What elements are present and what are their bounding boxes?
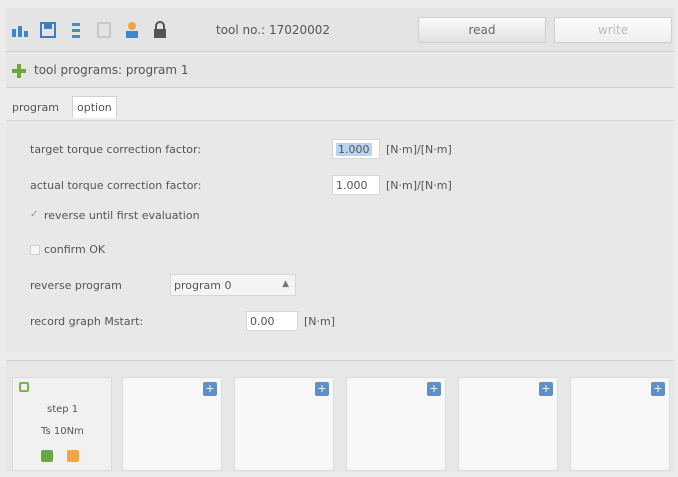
add-step-icon[interactable]: + xyxy=(427,382,441,396)
toolbar: tool no.: 17020002 read write xyxy=(6,8,674,52)
lock-icon[interactable] xyxy=(150,20,170,40)
save-icon[interactable] xyxy=(38,20,58,40)
tab-program[interactable]: program xyxy=(8,96,63,118)
target-torque-unit: [N·m]/[N·m] xyxy=(386,143,452,156)
confirm-ok-label: confirm OK xyxy=(44,243,106,256)
program-titlebar: tool programs: program 1 xyxy=(6,54,674,88)
read-button[interactable]: read xyxy=(418,17,546,43)
chevron-down-icon: ▲ xyxy=(282,279,289,289)
profile-icon xyxy=(126,22,138,38)
step-card[interactable]: step 1 Ts 10Nm xyxy=(12,377,112,471)
stats-icon[interactable] xyxy=(10,20,30,40)
record-graph-label: record graph Mstart: xyxy=(30,315,144,328)
tool-number-label: tool no.: 17020002 xyxy=(216,23,331,37)
step-detail: Ts 10Nm xyxy=(41,426,84,437)
step-orange-icon[interactable] xyxy=(67,450,79,462)
tabs: program option xyxy=(6,92,674,120)
write-button[interactable]: write xyxy=(554,17,672,43)
actual-torque-label: actual torque correction factor: xyxy=(30,179,202,192)
record-graph-input[interactable]: 0.00 xyxy=(246,311,298,331)
step-card[interactable]: + xyxy=(570,377,670,471)
stats-icon xyxy=(12,26,28,37)
option-panel: target torque correction factor: 1.000 [… xyxy=(6,120,674,352)
page-icon[interactable] xyxy=(94,20,114,40)
add-step-icon[interactable]: + xyxy=(651,382,665,396)
page-icon xyxy=(97,22,111,38)
reverse-checkbox-label: reverse until first evaluation xyxy=(44,209,200,222)
profile-icon[interactable] xyxy=(122,20,142,40)
target-torque-label: target torque correction factor: xyxy=(30,143,202,156)
step-card[interactable]: + xyxy=(122,377,222,471)
step-strip: step 1 Ts 10Nm + + + + + xyxy=(6,360,674,472)
tab-option[interactable]: option xyxy=(72,96,117,118)
step-card[interactable]: + xyxy=(458,377,558,471)
confirm-ok-checkbox[interactable] xyxy=(30,245,40,255)
step-card[interactable]: + xyxy=(234,377,334,471)
step-status-icon xyxy=(19,382,29,392)
sort-icon xyxy=(72,23,80,38)
page-title: tool programs: program 1 xyxy=(34,63,189,77)
reverse-program-select[interactable]: program 0 ▲ xyxy=(170,274,296,296)
step-title: step 1 xyxy=(47,404,79,415)
add-step-icon[interactable]: + xyxy=(539,382,553,396)
record-graph-unit: [N·m] xyxy=(304,315,336,328)
actual-torque-unit: [N·m]/[N·m] xyxy=(386,179,452,192)
save-icon xyxy=(40,22,56,38)
add-step-icon[interactable]: + xyxy=(315,382,329,396)
reverse-checkbox[interactable]: ✓ xyxy=(30,210,40,220)
actual-torque-input[interactable]: 1.000 xyxy=(332,175,380,195)
target-torque-input[interactable]: 1.000 xyxy=(332,139,380,159)
lock-icon xyxy=(154,21,166,38)
step-green-icon[interactable] xyxy=(41,450,53,462)
add-program-icon[interactable] xyxy=(12,64,26,78)
add-step-icon[interactable]: + xyxy=(203,382,217,396)
reverse-program-label: reverse program xyxy=(30,279,122,292)
step-card[interactable]: + xyxy=(346,377,446,471)
sort-icon[interactable] xyxy=(66,20,86,40)
